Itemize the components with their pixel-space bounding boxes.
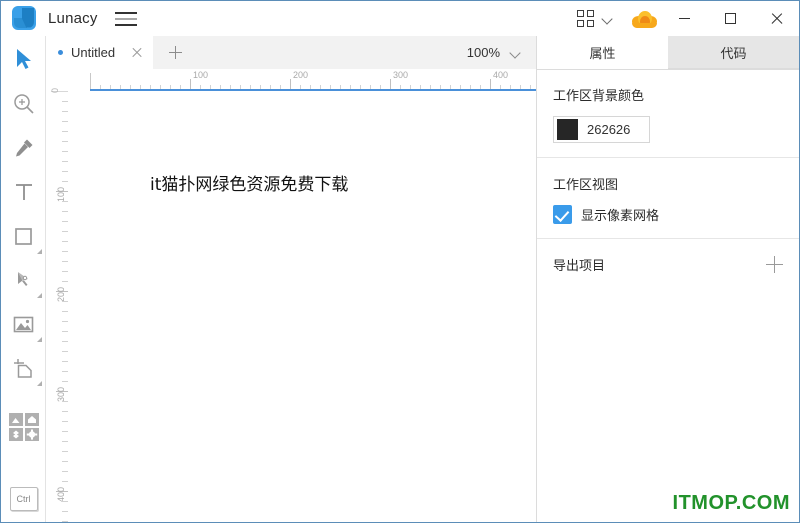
tab-code[interactable]: 代码	[668, 36, 799, 69]
design-canvas[interactable]: it猫扑网绿色资源免费下载	[68, 91, 536, 522]
tab-code-label: 代码	[720, 45, 747, 61]
title-bar: Lunacy	[1, 1, 799, 36]
ruler-label: 100	[193, 70, 209, 80]
section-workspace-view: 工作区视图 显示像素网格	[537, 157, 799, 238]
new-tab-button[interactable]	[153, 36, 198, 69]
pen-vector-icon	[17, 272, 28, 286]
color-hex-value: 262626	[587, 122, 631, 137]
pixel-grid-checkbox[interactable]	[553, 205, 572, 224]
image-tool[interactable]	[1, 302, 46, 346]
background-color-field[interactable]: 262626	[553, 116, 650, 143]
plus-icon	[168, 46, 182, 59]
section-background-color: 工作区背景颜色 262626	[537, 69, 799, 157]
rectangle-icon	[15, 227, 32, 245]
ruler-label: 100	[56, 187, 66, 203]
ruler-label: 300	[56, 387, 66, 403]
maximize-button[interactable]	[707, 1, 753, 36]
watermark: ITMOP.COM	[672, 492, 790, 514]
tab-properties-label: 属性	[589, 45, 616, 61]
ctrl-key-button[interactable]: Ctrl	[1, 477, 46, 521]
ctrl-key-label: Ctrl	[16, 494, 31, 504]
flyout-indicator-icon	[37, 337, 42, 342]
cursor-arrow-icon	[16, 49, 31, 69]
horizontal-ruler[interactable]: 100 200 300 400	[68, 69, 536, 91]
close-icon	[770, 12, 783, 25]
zoom-tool[interactable]	[1, 82, 46, 126]
artboard-tool[interactable]	[1, 346, 46, 390]
shape-tool[interactable]	[1, 214, 46, 258]
ruler-origin-label: 0	[50, 87, 60, 93]
section-export: 导出项目	[537, 238, 799, 288]
lunacy-logo-icon	[12, 5, 38, 32]
canvas-area: Untitled 100% 100 200 300 400 100 200 300 400 …	[46, 36, 536, 522]
assets-grid-icon	[8, 413, 39, 441]
maximize-icon	[724, 13, 736, 24]
chevron-down-icon[interactable]	[601, 12, 615, 26]
flyout-indicator-icon	[37, 249, 42, 254]
app-title: Lunacy	[48, 10, 98, 27]
magnifier-plus-icon	[13, 94, 34, 114]
left-toolbar: Ctrl	[1, 36, 46, 522]
pen-tool[interactable]	[1, 258, 46, 302]
assets-library[interactable]	[1, 405, 46, 449]
color-swatch[interactable]	[557, 119, 578, 140]
select-tool[interactable]	[1, 36, 46, 82]
ruler-label: 200	[56, 287, 66, 303]
panel-tab-bar: 属性 代码	[537, 36, 799, 69]
ruler-label: 300	[393, 70, 409, 80]
document-tab-untitled[interactable]: Untitled	[46, 36, 154, 69]
pixel-grid-checkbox-row[interactable]: 显示像素网格	[553, 205, 783, 224]
text-tool[interactable]	[1, 170, 46, 214]
export-title: 导出项目	[553, 258, 606, 273]
panel-tab-underline	[537, 69, 799, 70]
flyout-indicator-icon	[37, 381, 42, 386]
text-t-icon	[15, 184, 32, 200]
close-button[interactable]	[753, 1, 799, 36]
ruler-label: 200	[293, 70, 309, 80]
properties-panel: 属性 代码 工作区背景颜色 262626 工作区视图 显示像素网格 导出项目 I…	[536, 36, 799, 522]
hamburger-menu-icon[interactable]	[114, 11, 137, 27]
image-icon	[13, 316, 34, 332]
chevron-down-icon	[510, 47, 522, 59]
zoom-level-value: 100%	[466, 45, 500, 60]
canvas-text-layer[interactable]: it猫扑网绿色资源免费下载	[150, 170, 348, 195]
tab-label: Untitled	[71, 45, 116, 60]
window-controls	[571, 1, 799, 36]
cloud-icon[interactable]	[631, 7, 661, 31]
tab-bar: Untitled 100%	[46, 36, 536, 69]
grid-view-icon[interactable]	[577, 9, 595, 28]
lunacy-window: Lunacy Ctrl Untitled 100% 100 200 300 40…	[0, 0, 800, 523]
zoom-level-selector[interactable]: 100%	[466, 36, 536, 69]
tab-close-icon[interactable]	[129, 45, 145, 61]
ruler-label: 400	[56, 487, 66, 503]
tab-properties[interactable]: 属性	[537, 36, 668, 69]
artboard-icon	[14, 358, 32, 378]
eyedropper-tool[interactable]	[1, 126, 46, 170]
flyout-indicator-icon	[37, 293, 42, 298]
pixel-grid-label: 显示像素网格	[581, 208, 660, 223]
add-export-button[interactable]	[766, 256, 783, 273]
minimize-button[interactable]	[661, 1, 707, 36]
minimize-icon	[678, 17, 690, 20]
unsaved-dot-icon	[58, 50, 63, 55]
vertical-ruler[interactable]: 100 200 300 400	[46, 91, 68, 522]
eyedropper-icon	[15, 139, 32, 157]
tab-bar-filler	[197, 36, 467, 69]
ruler-label: 400	[493, 70, 509, 80]
workspace-view-title: 工作区视图	[553, 177, 619, 192]
background-color-title: 工作区背景颜色	[553, 88, 645, 103]
